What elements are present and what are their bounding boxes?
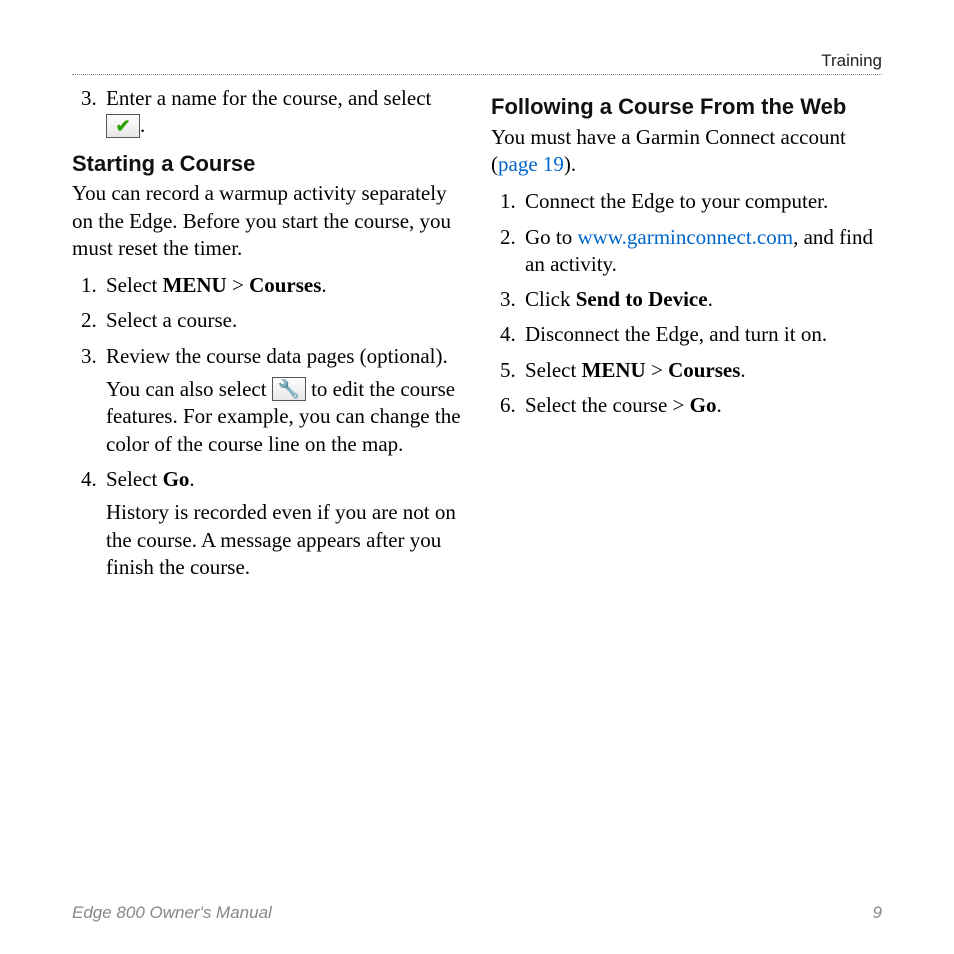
list-item: Go to www.garminconnect.com, and find an… — [521, 224, 882, 279]
step-text: Select — [106, 273, 163, 297]
end: . — [321, 273, 326, 297]
step-text: Click — [525, 287, 576, 311]
courses-label: Courses — [249, 273, 321, 297]
right-column: Following a Course From the Web You must… — [491, 85, 882, 882]
step-text: Select — [525, 358, 582, 382]
para-following-course: You must have a Garmin Connect account (… — [491, 124, 882, 179]
checkmark-icon: ✔ — [106, 114, 140, 138]
list-item: Review the course data pages (optional).… — [102, 343, 463, 458]
heading-starting-course: Starting a Course — [72, 150, 463, 179]
menu-label: MENU — [163, 273, 227, 297]
header-section: Training — [72, 50, 882, 75]
step-text: Review the course data pages (optional). — [106, 344, 448, 368]
heading-following-course: Following a Course From the Web — [491, 93, 882, 122]
end: . — [189, 467, 194, 491]
page-link[interactable]: page 19 — [498, 152, 564, 176]
wrench-icon: 🔧 — [272, 377, 306, 401]
list-item: Select MENU > Courses. — [521, 357, 882, 384]
gt: > — [646, 358, 668, 382]
list-item: Select MENU > Courses. — [102, 272, 463, 299]
sub-text: History is recorded even if you are not … — [106, 499, 463, 581]
end: . — [708, 287, 713, 311]
step-text: Select — [106, 467, 163, 491]
left-column: Enter a name for the course, and select … — [72, 85, 463, 882]
step-text: Select the course > — [525, 393, 690, 417]
list-item: Click Send to Device. — [521, 286, 882, 313]
end: . — [740, 358, 745, 382]
step-text: Go to — [525, 225, 578, 249]
menu-label: MENU — [582, 358, 646, 382]
intro-text-b: . — [140, 113, 145, 137]
list-item: Select the course > Go. — [521, 392, 882, 419]
url-link[interactable]: www.garminconnect.com — [578, 225, 794, 249]
list-item: Disconnect the Edge, and turn it on. — [521, 321, 882, 348]
gt: > — [227, 273, 249, 297]
list-item: Connect the Edge to your computer. — [521, 188, 882, 215]
end: . — [716, 393, 721, 417]
footer-title: Edge 800 Owner's Manual — [72, 902, 272, 924]
para-text-b: ). — [564, 152, 576, 176]
go-label: Go — [163, 467, 190, 491]
intro-text-a: Enter a name for the course, and select — [106, 86, 431, 110]
list-item: Select Go. History is recorded even if y… — [102, 466, 463, 581]
send-to-device-label: Send to Device — [576, 287, 708, 311]
para-starting-course: You can record a warmup activity separat… — [72, 180, 463, 262]
intro-list-item: Enter a name for the course, and select … — [102, 85, 463, 140]
footer-page: 9 — [873, 902, 882, 924]
list-item: Select a course. — [102, 307, 463, 334]
go-label: Go — [690, 393, 717, 417]
sub-text-a: You can also select — [106, 377, 272, 401]
courses-label: Courses — [668, 358, 740, 382]
